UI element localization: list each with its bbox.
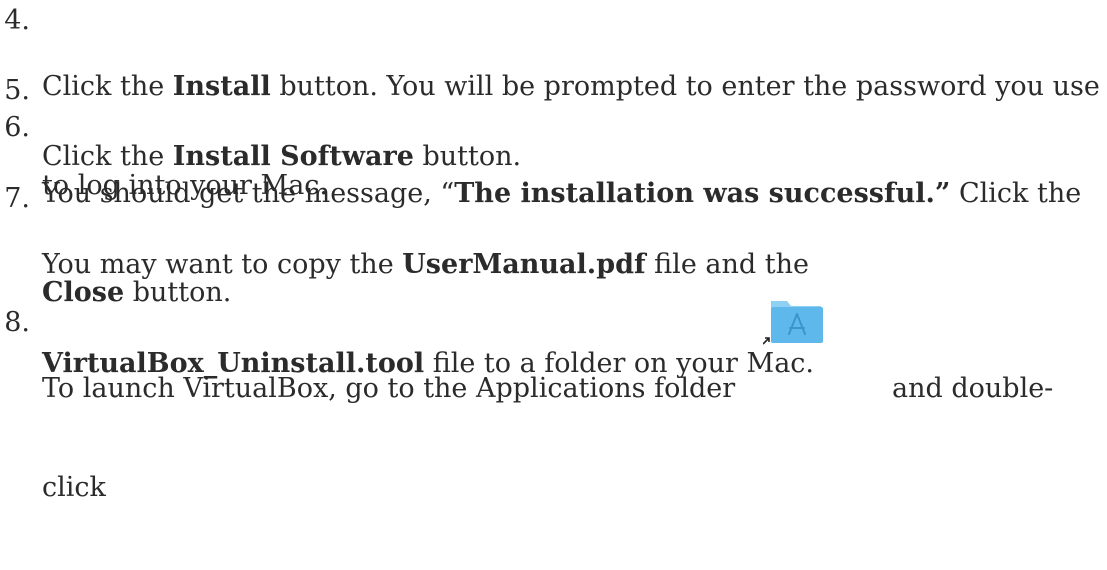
step-line: You may want to copy the UserManual.pdf … (42, 249, 809, 280)
step-number: 6. (4, 112, 30, 143)
step-line: click (42, 472, 106, 503)
instruction-document: 4. Click the Install button. You will be… (0, 0, 1107, 503)
step-number: 8. (4, 307, 30, 338)
folder-graphic (762, 301, 823, 345)
applications-folder-icon[interactable] (762, 301, 823, 345)
step-text: To launch VirtualBox, go to the Applicat… (42, 306, 1097, 570)
step-number: 7. (4, 183, 30, 214)
step-line: To launch VirtualBox, go to the Applicat… (42, 373, 1054, 404)
step-number: 5. (4, 75, 30, 106)
step-number: 4. (4, 5, 30, 36)
